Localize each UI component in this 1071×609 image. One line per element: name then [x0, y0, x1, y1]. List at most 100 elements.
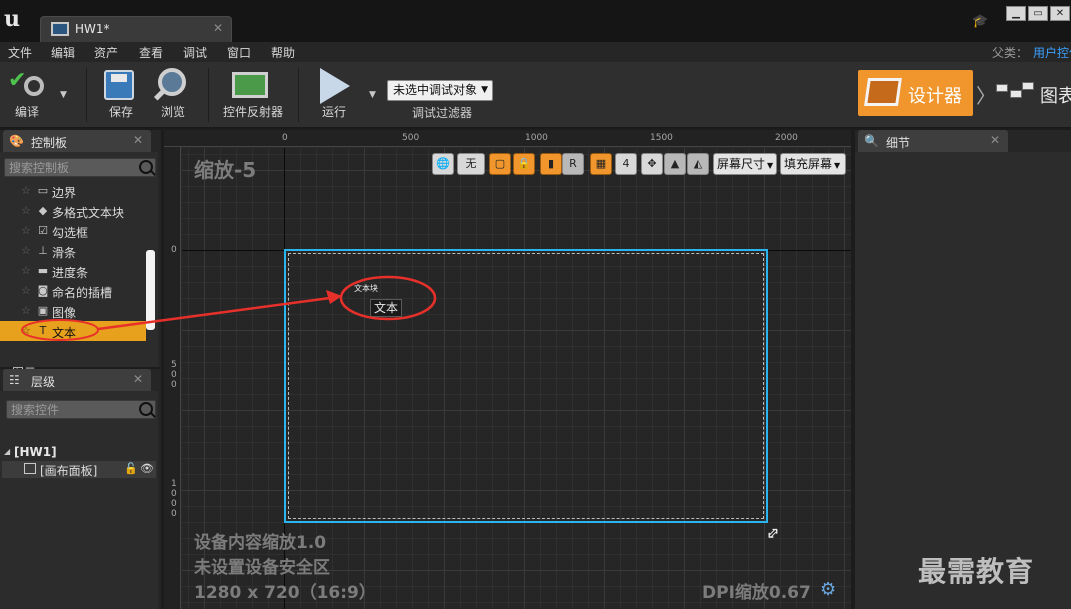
- compile-button[interactable]: ✔ 编译: [2, 62, 52, 124]
- star-icon[interactable]: ☆: [21, 284, 31, 297]
- minimize-button[interactable]: ▁: [1006, 6, 1026, 21]
- canvas-panel-icon: [24, 463, 36, 474]
- named-slot-icon: ◙: [37, 284, 49, 297]
- globe-icon[interactable]: 🌐: [432, 153, 454, 175]
- respect-locks-icon[interactable]: ▮: [540, 153, 562, 175]
- details-body: [855, 152, 1071, 609]
- menu-debug[interactable]: 调试: [183, 44, 207, 61]
- star-icon[interactable]: ☆: [21, 244, 31, 257]
- chevron-down-icon: ▼: [834, 161, 841, 170]
- parent-class-link[interactable]: 用户控件: [1033, 44, 1071, 61]
- maximize-button[interactable]: ▭: [1028, 6, 1048, 21]
- toolbar-separator: [298, 68, 299, 122]
- localization-none-button[interactable]: 无: [457, 153, 485, 175]
- graph-mode-button[interactable]: 图表: [994, 70, 1071, 116]
- safe-zone-label: 未设置设备安全区: [194, 558, 330, 578]
- tab-close-icon[interactable]: ✕: [213, 21, 223, 35]
- outline-toggle-icon[interactable]: ▢: [489, 153, 511, 175]
- menu-view[interactable]: 查看: [139, 44, 163, 61]
- close-icon[interactable]: ✕: [133, 372, 143, 386]
- palette-item-progress-bar[interactable]: ☆ ▬ 进度条: [0, 261, 146, 281]
- star-icon[interactable]: ☆: [21, 304, 31, 317]
- render-transform-button[interactable]: R: [562, 153, 584, 175]
- palette-item-checkbox[interactable]: ☆ ☑ 勾选框: [0, 221, 146, 241]
- run-label: 运行: [321, 105, 346, 119]
- designer-viewport[interactable]: 0 500 1000 1500 2000 0 5 0 0 1 0 0 0 缩放-…: [164, 130, 851, 609]
- star-icon[interactable]: ☆: [21, 204, 31, 217]
- menu-file[interactable]: 文件: [8, 44, 32, 61]
- image-icon: ▣: [37, 304, 49, 317]
- checkbox-icon: ☑: [38, 224, 48, 237]
- slider-icon: ⊥: [38, 244, 48, 257]
- palette-item-text[interactable]: ☆ T 文本: [0, 321, 146, 341]
- palette-tab[interactable]: 🎨 控制板 ✕: [3, 130, 151, 152]
- close-icon[interactable]: ✕: [133, 133, 143, 147]
- widget-blueprint-icon: [51, 22, 69, 36]
- menu-edit[interactable]: 编辑: [51, 44, 75, 61]
- move-icon[interactable]: ✥: [641, 153, 663, 175]
- palette-item-rich-text-block[interactable]: ☆ ◆ 多格式文本块: [0, 201, 146, 221]
- dpi-scale-label: DPI缩放0.67: [702, 583, 811, 603]
- star-icon[interactable]: ☆: [21, 324, 31, 337]
- fill-screen-dropdown[interactable]: 填充屏幕 ▼: [780, 153, 846, 175]
- palette-item-named-slot[interactable]: ☆ ◙ 命名的插槽: [0, 281, 146, 301]
- text-widget[interactable]: 文本: [370, 299, 402, 317]
- run-options-chevron-down-icon[interactable]: ▼: [369, 90, 376, 100]
- palette-item-label: 边界: [52, 186, 77, 200]
- text-block-label: 文本块: [354, 284, 378, 293]
- run-button[interactable]: 运行: [306, 62, 362, 124]
- progress-bar-icon: ▬: [37, 264, 49, 277]
- designer-mode-button[interactable]: 设计器: [858, 70, 973, 116]
- hierarchy-search-input[interactable]: [11, 402, 131, 418]
- hierarchy-item-canvas-panel[interactable]: [画布面板] 🔓 👁: [2, 461, 156, 478]
- magnifier-handle: [153, 88, 167, 101]
- menu-help[interactable]: 帮助: [271, 44, 295, 61]
- menu-window[interactable]: 窗口: [227, 44, 251, 61]
- hierarchy-root[interactable]: [HW1]: [14, 445, 57, 459]
- palette-item-image[interactable]: ☆ ▣ 图像: [0, 301, 146, 321]
- chevron-right-icon: 〉: [976, 84, 996, 108]
- eye-icon[interactable]: 👁: [140, 462, 154, 475]
- ruler-label: 5 0 0: [171, 360, 177, 390]
- browse-button[interactable]: 浏览: [146, 62, 200, 124]
- ruler-label: 0: [171, 245, 177, 255]
- grid-size-button[interactable]: 4: [615, 153, 637, 175]
- palette-scrollbar[interactable]: [146, 250, 155, 330]
- border-icon: ▭: [37, 184, 49, 197]
- compile-label: 编译: [14, 105, 39, 119]
- star-icon[interactable]: ☆: [21, 184, 31, 197]
- widget-reflector-button[interactable]: 控件反射器: [218, 62, 288, 124]
- lock-icon[interactable]: 🔓: [124, 462, 138, 475]
- palette-item-label: 命名的插槽: [52, 286, 113, 300]
- hierarchy-tab[interactable]: ☷ 层级 ✕: [3, 369, 151, 391]
- image-preview-icon[interactable]: ▲: [664, 153, 686, 175]
- designer-icon: [864, 78, 902, 106]
- zoom-level-label: 缩放-5: [194, 158, 257, 182]
- palette-title: 控制板: [31, 136, 68, 150]
- star-icon[interactable]: ☆: [21, 264, 31, 277]
- palette-search[interactable]: [4, 158, 156, 177]
- lock-icon[interactable]: 🔒: [513, 153, 535, 175]
- palette-item-border[interactable]: ☆ ▭ 边界: [0, 181, 146, 201]
- details-tab[interactable]: 🔍 细节 ✕: [858, 130, 1008, 152]
- hierarchy-search[interactable]: [6, 400, 156, 419]
- close-icon[interactable]: ✕: [990, 133, 1000, 147]
- palette-item-label: 图像: [52, 306, 77, 320]
- palette-search-input[interactable]: [9, 160, 129, 176]
- menu-asset[interactable]: 资产: [94, 44, 118, 61]
- palette-item-slider[interactable]: ☆ ⊥ 滑条: [0, 241, 146, 261]
- compile-options-chevron-down-icon[interactable]: ▼: [60, 90, 67, 100]
- star-icon[interactable]: ☆: [21, 224, 31, 237]
- debug-object-select[interactable]: 未选中调试对象 ▼: [387, 80, 493, 101]
- flip-icon[interactable]: ◭: [687, 153, 709, 175]
- graduation-cap-icon[interactable]: 🎓: [972, 14, 990, 29]
- ruler-horizontal: 0 500 1000 1500 2000: [164, 130, 851, 147]
- screen-size-dropdown[interactable]: 屏幕尺寸 ▼: [713, 153, 777, 175]
- document-tab-hw1[interactable]: HW1* ✕: [40, 16, 232, 42]
- debug-filter-label: 调试过滤器: [412, 106, 473, 120]
- save-button[interactable]: 保存: [92, 62, 150, 124]
- gear-icon[interactable]: ⚙: [820, 579, 836, 600]
- close-window-button[interactable]: ✕: [1050, 6, 1070, 21]
- grid-snap-icon[interactable]: ▦: [590, 153, 612, 175]
- collapse-triangle-icon[interactable]: ◢: [4, 447, 10, 456]
